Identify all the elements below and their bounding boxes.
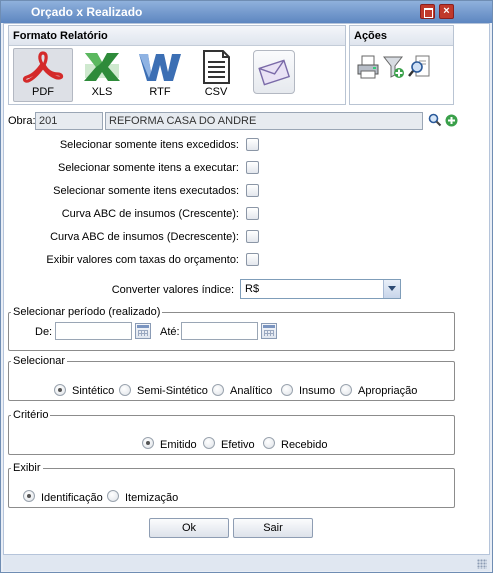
actions-panel: Ações: [349, 25, 454, 105]
csv-icon: [203, 50, 230, 84]
label-semi-sintetico: Semi-Sintético: [137, 385, 208, 397]
label-itemizacao: Itemização: [125, 492, 179, 504]
search-report-icon: [408, 55, 430, 77]
email-icon: [258, 59, 291, 86]
rtf-label: RTF: [149, 86, 171, 98]
ok-button[interactable]: Ok: [149, 518, 229, 538]
criterio-group: Critério Emitido Efetivo Recebido: [8, 409, 455, 455]
pdf-format-button[interactable]: PDF: [13, 48, 73, 102]
radio-emitido[interactable]: [142, 437, 154, 449]
xls-label: XLS: [91, 86, 113, 98]
selecionar-group: Selecionar Sintético Semi-Sintético Anal…: [8, 355, 455, 401]
filter-add-button[interactable]: [382, 54, 406, 80]
format-panel-header: Formato Relatório: [9, 26, 345, 46]
label-analitico: Analítico: [230, 385, 273, 397]
converter-select[interactable]: R$: [240, 279, 401, 299]
de-label: De:: [35, 326, 53, 338]
window-title: Orçado x Realizado: [31, 5, 143, 19]
radio-itemizacao[interactable]: [107, 490, 119, 502]
rtf-format-button[interactable]: RTF: [135, 50, 185, 100]
sair-button[interactable]: Sair: [233, 518, 313, 538]
ate-label: Até:: [160, 326, 180, 338]
calendar-icon[interactable]: [261, 323, 277, 339]
print-button[interactable]: [356, 54, 380, 80]
filter-add-icon: [382, 56, 404, 78]
email-button[interactable]: [253, 50, 295, 94]
csv-format-button[interactable]: CSV: [191, 50, 241, 100]
criterio-legend: Critério: [13, 409, 49, 421]
checkbox-excedidos[interactable]: [246, 138, 259, 151]
label-sintetico: Sintético: [72, 385, 115, 397]
label-apropriacao: Apropriação: [358, 385, 418, 397]
option-label-excedidos: Selecionar somente itens excedidos:: [59, 139, 239, 151]
period-legend: Selecionar período (realizado): [13, 306, 161, 318]
radio-analitico[interactable]: [212, 384, 224, 396]
rtf-icon: [139, 54, 181, 81]
radio-sintetico[interactable]: [54, 384, 66, 396]
pdf-icon: [22, 51, 64, 83]
checkbox-a-executar[interactable]: [246, 161, 259, 174]
radio-insumo[interactable]: [281, 384, 293, 396]
search-report-button[interactable]: [408, 54, 432, 80]
selecionar-legend: Selecionar: [13, 355, 65, 367]
label-identificacao: Identificação: [41, 492, 103, 504]
obra-label: Obra:: [8, 115, 36, 127]
ate-date-field[interactable]: [181, 322, 258, 340]
xls-format-button[interactable]: XLS: [77, 50, 127, 100]
checkbox-curva-crescente[interactable]: [246, 207, 259, 220]
report-window: Orçado x Realizado × Formato Relatório P…: [0, 0, 493, 573]
option-label-taxas: Exibir valores com taxas do orçamento:: [46, 254, 239, 266]
chevron-down-icon[interactable]: [383, 280, 400, 298]
radio-efetivo[interactable]: [203, 437, 215, 449]
checkbox-taxas[interactable]: [246, 253, 259, 266]
obra-code-field[interactable]: 201: [35, 112, 103, 130]
period-group: Selecionar período (realizado) De: Até:: [8, 306, 455, 351]
search-icon[interactable]: [428, 113, 442, 127]
label-insumo: Insumo: [299, 385, 336, 397]
radio-recebido[interactable]: [263, 437, 275, 449]
close-button[interactable]: ×: [439, 4, 454, 19]
xls-icon: [84, 53, 120, 81]
option-label-executados: Selecionar somente itens executados:: [53, 185, 239, 197]
label-emitido: Emitido: [160, 439, 197, 451]
window-content: Formato Relatório PDF XLS RTF CSV Ações …: [3, 23, 490, 555]
exibir-group: Exibir Identificação Itemização: [8, 462, 455, 508]
print-icon: [357, 55, 379, 79]
converter-label: Converter valores índice:: [111, 284, 234, 296]
maximize-button[interactable]: [420, 4, 435, 19]
radio-apropriacao[interactable]: [340, 384, 352, 396]
exibir-legend: Exibir: [13, 462, 41, 474]
label-recebido: Recebido: [281, 439, 328, 451]
obra-name-field[interactable]: REFORMA CASA DO ANDRE: [105, 112, 423, 130]
add-icon[interactable]: [445, 114, 458, 127]
format-panel: Formato Relatório PDF XLS RTF CSV: [8, 25, 346, 105]
checkbox-curva-decrescente[interactable]: [246, 230, 259, 243]
actions-panel-header: Ações: [350, 26, 453, 46]
calendar-icon[interactable]: [135, 323, 151, 339]
radio-identificacao[interactable]: [23, 490, 35, 502]
pdf-label: PDF: [32, 86, 54, 98]
label-efetivo: Efetivo: [221, 439, 255, 451]
resize-grip-icon[interactable]: [477, 559, 487, 569]
radio-semi-sintetico[interactable]: [119, 384, 131, 396]
converter-value: R$: [245, 283, 260, 295]
checkbox-executados[interactable]: [246, 184, 259, 197]
status-bar: [3, 555, 490, 571]
option-label-a-executar: Selecionar somente itens a executar:: [58, 162, 239, 174]
option-label-curva-decrescente: Curva ABC de insumos (Decrescente):: [50, 231, 239, 243]
option-label-curva-crescente: Curva ABC de insumos (Crescente):: [61, 208, 239, 220]
title-bar[interactable]: Orçado x Realizado ×: [1, 1, 492, 23]
de-date-field[interactable]: [55, 322, 132, 340]
csv-label: CSV: [204, 86, 228, 98]
